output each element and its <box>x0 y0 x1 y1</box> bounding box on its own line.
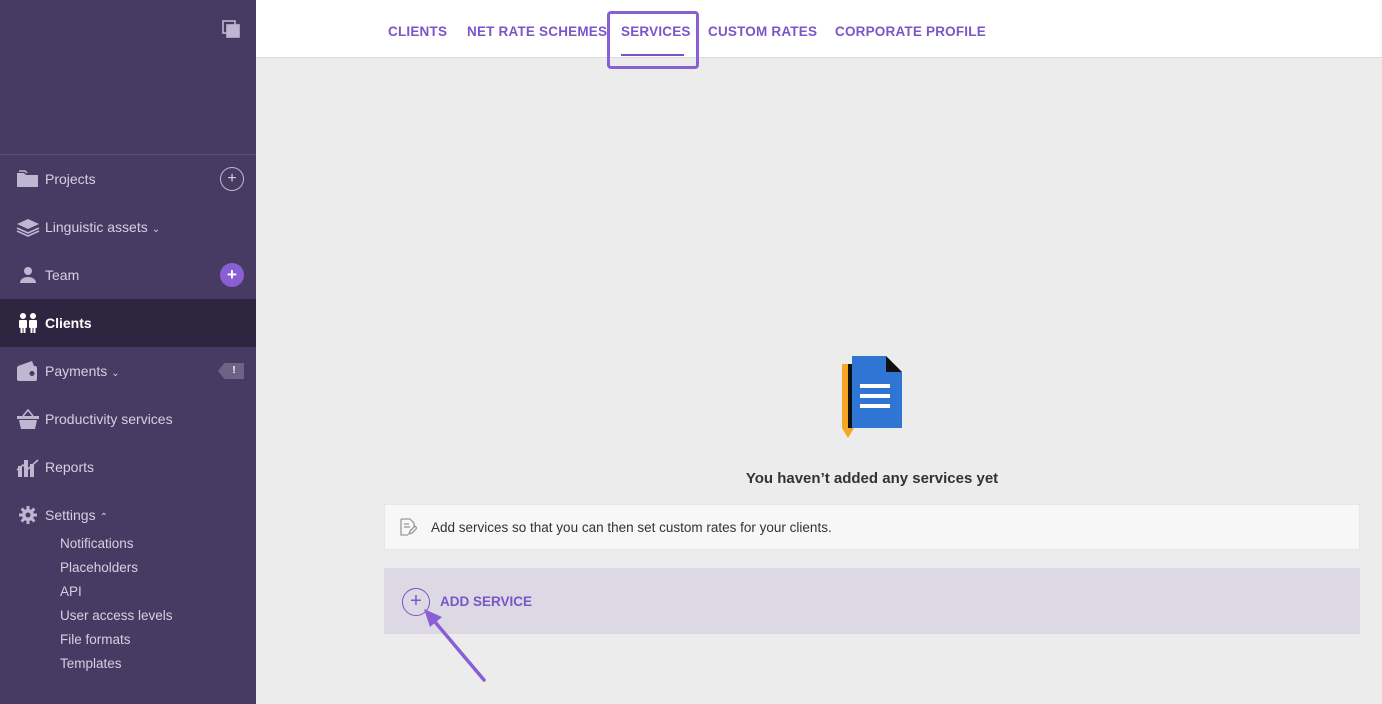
sidebar-item-label: Reports <box>45 459 95 475</box>
gear-icon <box>16 503 40 527</box>
sidebar-item-label: Settings <box>45 507 96 523</box>
sidebar: Projects + Linguistic assets ⌄ Team + Cli… <box>0 0 256 704</box>
sidebar-item-label: Projects <box>45 171 96 187</box>
sidebar-item-label: Linguistic assets <box>45 219 148 235</box>
settings-item-notifications[interactable]: Notifications <box>60 536 134 551</box>
add-project-button[interactable]: + <box>220 167 244 191</box>
sidebar-item-reports[interactable]: Reports <box>0 443 256 491</box>
tab-custom-rates[interactable]: CUSTOM RATES <box>708 24 817 39</box>
sidebar-item-linguistic-assets[interactable]: Linguistic assets ⌄ <box>0 203 256 251</box>
chevron-down-icon: ⌄ <box>151 224 161 235</box>
sidebar-header <box>0 0 256 155</box>
chevron-down-icon: ⌄ <box>111 368 120 379</box>
settings-item-templates[interactable]: Templates <box>60 656 122 671</box>
clients-icon <box>16 311 40 335</box>
chart-icon <box>16 455 40 479</box>
folder-icon <box>16 167 40 191</box>
sidebar-item-clients[interactable]: Clients <box>0 299 256 347</box>
tab-corporate-profile[interactable]: CORPORATE PROFILE <box>835 24 986 39</box>
sidebar-item-productivity-services[interactable]: Productivity services <box>0 395 256 443</box>
alert-badge: ! <box>218 363 244 379</box>
settings-item-user-access-levels[interactable]: User access levels <box>60 608 173 623</box>
tab-clients[interactable]: CLIENTS <box>388 24 447 39</box>
empty-state-title: You haven’t added any services yet <box>745 470 999 487</box>
sidebar-item-label: Productivity services <box>45 411 173 427</box>
hint-bar: Add services so that you can then set cu… <box>384 504 1360 550</box>
add-service-button[interactable]: + ADD SERVICE <box>384 568 1360 634</box>
basket-icon <box>16 407 40 431</box>
settings-item-placeholders[interactable]: Placeholders <box>60 560 138 575</box>
sidebar-item-label: Team <box>45 267 80 283</box>
sidebar-item-label: Clients <box>45 315 92 331</box>
chevron-up-icon: ⌃ <box>99 512 108 523</box>
settings-item-api[interactable]: API <box>60 584 82 599</box>
sidebar-item-settings[interactable]: Settings ⌃ <box>0 491 256 539</box>
sidebar-item-projects[interactable]: Projects + <box>0 155 256 203</box>
wallet-icon <box>16 359 40 383</box>
add-team-member-button[interactable]: + <box>220 263 244 287</box>
settings-item-file-formats[interactable]: File formats <box>60 632 131 647</box>
sidebar-item-label: Payments <box>45 363 108 379</box>
layers-icon <box>16 215 40 239</box>
windows-icon[interactable] <box>222 20 242 40</box>
document-illustration-icon <box>842 356 902 438</box>
tab-highlight-frame <box>607 11 699 69</box>
sidebar-item-team[interactable]: Team + <box>0 251 256 299</box>
tab-net-rate-schemes[interactable]: NET RATE SCHEMES <box>467 24 607 39</box>
sidebar-item-payments[interactable]: Payments ⌄ ! <box>0 347 256 395</box>
edit-document-icon <box>400 518 417 536</box>
person-icon <box>16 263 40 287</box>
annotation-arrow-icon <box>424 609 486 682</box>
hint-text: Add services so that you can then set cu… <box>431 520 832 535</box>
